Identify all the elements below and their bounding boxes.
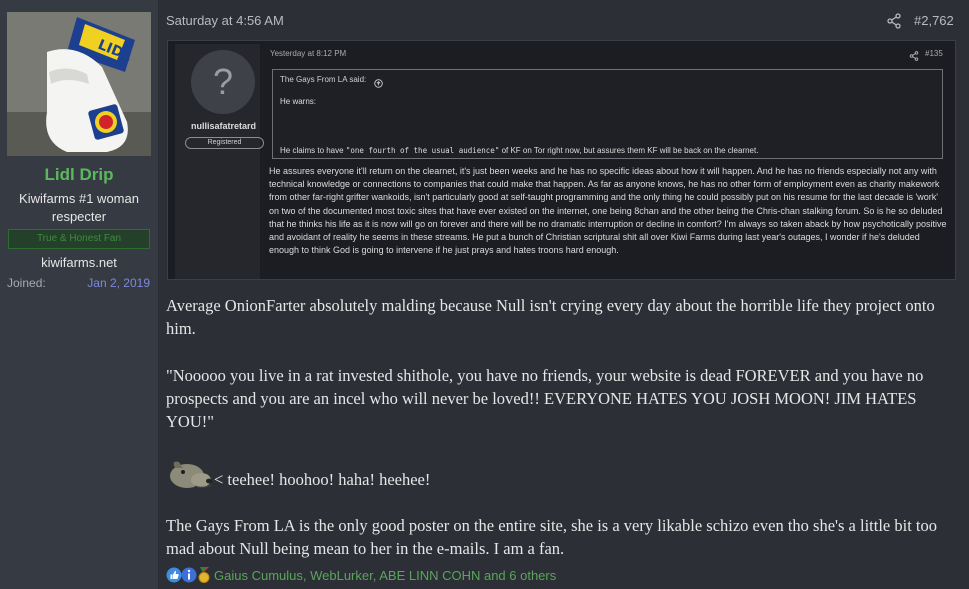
embed-share-icon [909, 48, 919, 61]
quote-text-2-code: "one fourth of the usual audience" [345, 146, 500, 155]
default-avatar-icon: ? [191, 50, 255, 114]
embed-user-panel: ? nullisafatretard Registered [175, 44, 264, 279]
embed-post-number: #135 [925, 49, 943, 58]
quote-text-2-post: of KF on Tor right now, but assures them… [499, 146, 759, 155]
quote-jump-icon [374, 75, 383, 88]
joined-date: Jan 2, 2019 [87, 276, 150, 290]
thumbs-up-icon [166, 567, 182, 583]
user-site: kiwifarms.net [41, 255, 117, 270]
medal-icon [198, 567, 210, 583]
joined-label: Joined: [7, 276, 46, 290]
embed-username: nullisafatretard [190, 121, 257, 131]
embed-timestamp: Yesterday at 8:12 PM [270, 49, 347, 58]
avatar[interactable]: LIDL [7, 12, 151, 156]
quote-text-2: He claims to have "one fourth of the usu… [280, 146, 758, 155]
reaction-users-link[interactable]: Gaius Cumulus, WebLurker, ABE LINN COHN … [214, 568, 556, 583]
quote-author: The Gays From LA said: [280, 75, 367, 84]
dog-emoji-icon [167, 456, 213, 492]
username[interactable]: Lidl Drip [0, 165, 158, 185]
post-number[interactable]: #2,762 [914, 13, 954, 28]
avatar-image: LIDL [7, 12, 151, 156]
embed-user-role: Registered [185, 137, 264, 149]
post-paragraph-3: < teehee! hoohoo! haha! heehee! [214, 470, 431, 489]
post-timestamp[interactable]: Saturday at 4:56 AM [166, 13, 284, 28]
quote-block: The Gays From LA said: He warns: He clai… [272, 69, 943, 159]
quote-text-1: He warns: [280, 97, 317, 106]
post-paragraph-1: Average OnionFarter absolutely malding b… [166, 296, 935, 338]
embed-post-body: He assures everyone it'll return on the … [269, 166, 947, 256]
user-banner: True & Honest Fan [8, 229, 150, 249]
post-paragraph-2: "Nooooo you live in a rat invested shith… [166, 366, 924, 431]
reaction-icons[interactable] [166, 566, 212, 584]
post-paragraph-4: The Gays From LA is the only good poster… [166, 516, 937, 558]
embedded-screenshot: ? nullisafatretard Registered Yesterday … [167, 40, 956, 280]
share-icon[interactable] [886, 13, 902, 29]
user-info-panel: LIDL Lidl Drip Kiwifarms #1 woman respec… [0, 0, 159, 589]
info-icon [181, 567, 197, 583]
user-title: Kiwifarms #1 woman respecter [19, 191, 139, 224]
quote-text-2-pre: He claims to have [280, 146, 346, 155]
